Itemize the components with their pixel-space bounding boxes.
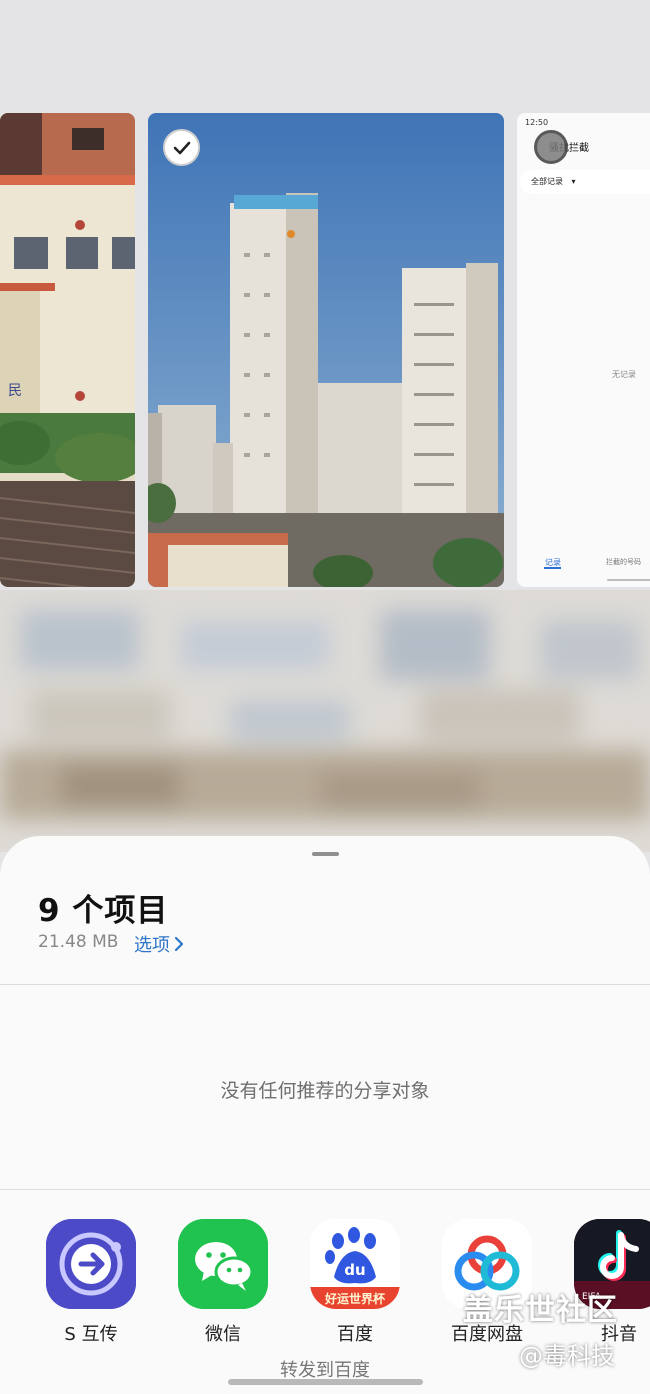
svg-text:du: du bbox=[344, 1261, 365, 1279]
sign-text: 民 bbox=[8, 383, 22, 399]
no-recommendations-text: 没有任何推荐的分享对象 bbox=[220, 1080, 430, 1102]
building-photo-left: 民 bbox=[0, 113, 135, 587]
options-button[interactable]: 选项 bbox=[134, 931, 184, 957]
chevron-right-icon bbox=[174, 936, 184, 952]
app-label: 百度 bbox=[337, 1324, 373, 1345]
item-count-title: 9 个项目 bbox=[38, 893, 169, 929]
s-transfer-icon bbox=[46, 1219, 136, 1309]
wechat-icon bbox=[178, 1219, 268, 1309]
share-target-wechat[interactable]: 微信 bbox=[158, 1219, 288, 1346]
watermark-line2: @毒科技 bbox=[519, 1342, 615, 1370]
screen: 民 12:50 骚扰拦截 全部记录 ▾ 无记录 记录 拦截的号码 9 个项目 2… bbox=[0, 0, 650, 1394]
records-filter-label: 全部记录 bbox=[531, 177, 563, 186]
recent-thumbnail-right[interactable]: 12:50 骚扰拦截 全部记录 ▾ 无记录 记录 拦截的号码 bbox=[517, 113, 650, 587]
tab-blocked-numbers[interactable]: 拦截的号码 bbox=[606, 557, 641, 567]
app-label: S 互传 bbox=[64, 1324, 118, 1345]
sheet-drag-handle[interactable] bbox=[312, 852, 339, 856]
divider-apps bbox=[0, 1189, 650, 1190]
watermark-line1: 盖乐世社区 bbox=[463, 1293, 618, 1328]
touch-indicator bbox=[534, 130, 568, 164]
empty-state-text: 无记录 bbox=[612, 370, 636, 379]
total-size: 21.48 MB bbox=[38, 932, 119, 952]
nav-handle bbox=[607, 579, 650, 581]
recent-thumbnail-selected[interactable] bbox=[148, 113, 504, 587]
baidu-icon: du 好运世界杯 bbox=[310, 1219, 400, 1309]
home-indicator[interactable] bbox=[228, 1379, 423, 1385]
app-label: 微信 bbox=[205, 1324, 241, 1345]
tab-indicator bbox=[544, 567, 561, 569]
options-label: 选项 bbox=[134, 935, 170, 956]
recent-thumbnail-left[interactable]: 民 bbox=[0, 113, 135, 587]
selected-check-icon[interactable] bbox=[163, 129, 200, 166]
records-filter[interactable]: 全部记录 ▾ bbox=[520, 170, 650, 194]
baidu-badge-text: 好运世界杯 bbox=[324, 1291, 386, 1306]
share-target-baidu[interactable]: du 好运世界杯 百度 bbox=[290, 1219, 420, 1346]
building-photo-main bbox=[148, 113, 504, 587]
divider-top bbox=[0, 984, 650, 985]
blurred-background bbox=[0, 590, 650, 852]
dropdown-icon: ▾ bbox=[571, 177, 576, 186]
share-target-s-transfer[interactable]: S 互传 bbox=[26, 1219, 156, 1346]
status-time: 12:50 bbox=[525, 118, 549, 127]
